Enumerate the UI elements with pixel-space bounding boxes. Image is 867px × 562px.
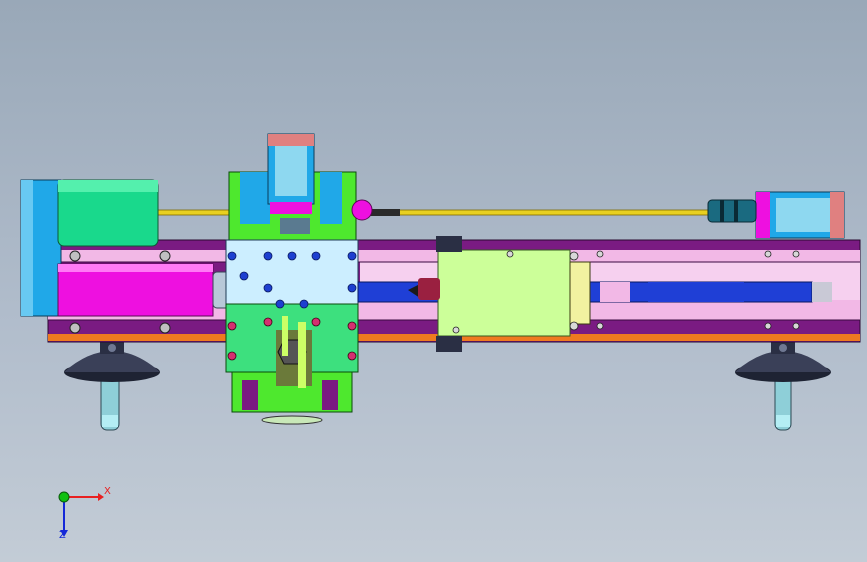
z-axis-label: Z — [59, 530, 66, 541]
right-handwheel — [735, 340, 831, 431]
x-axis-label: X — [104, 486, 111, 497]
tailstock — [418, 236, 591, 352]
cross-slide — [228, 133, 373, 241]
left-handwheel — [64, 340, 160, 431]
carriage — [225, 239, 359, 425]
leadscrew-motor — [707, 191, 845, 239]
y-axis-dot — [58, 491, 70, 503]
lathe-assembly-drawing — [20, 133, 861, 537]
